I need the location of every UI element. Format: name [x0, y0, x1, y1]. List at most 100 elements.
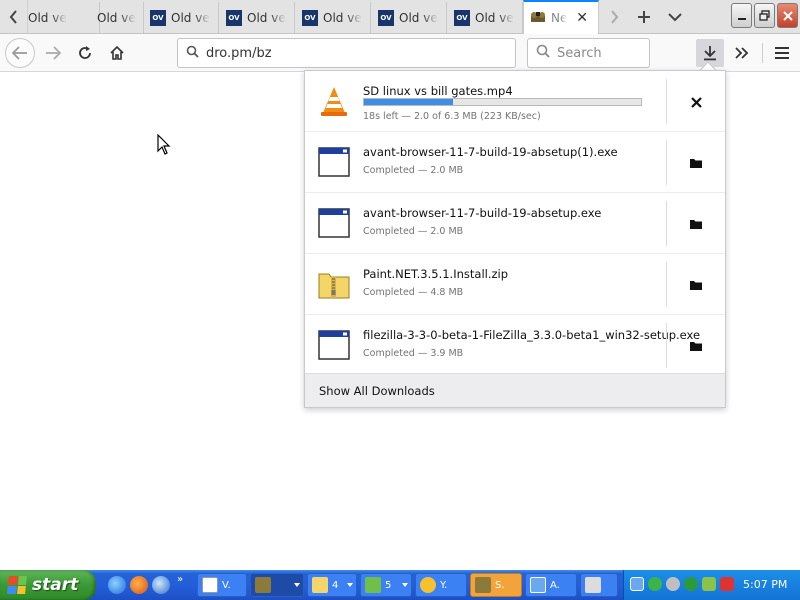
navigation-toolbar: dro.pm/bz Search: [0, 34, 800, 72]
reload-button[interactable]: [70, 38, 100, 68]
arrow-left-icon: [12, 46, 27, 60]
exe-window-icon: [318, 147, 350, 177]
url-bar[interactable]: dro.pm/bz: [177, 38, 516, 68]
home-icon: [110, 45, 124, 60]
mascot-icon: [255, 577, 271, 593]
tab[interactable]: OV Old ve: [448, 2, 523, 33]
download-item[interactable]: avant-browser-11-7-build-19-absetup(1).e…: [305, 132, 725, 193]
tab[interactable]: OV Old ve: [220, 2, 295, 33]
plant-icon: [365, 577, 381, 593]
download-progress-fill: [364, 99, 453, 105]
mascot-icon: [530, 10, 546, 26]
taskbar-button[interactable]: S.: [470, 573, 522, 597]
dropdown-arrow-icon: [347, 583, 353, 587]
tab-scroll-right-button[interactable]: [600, 4, 628, 30]
quick-launch-overflow-icon[interactable]: »: [177, 574, 183, 585]
download-item[interactable]: Paint.NET.3.5.1.Install.zip Completed — …: [305, 254, 725, 315]
search-placeholder: Search: [557, 45, 602, 61]
overflow-menu-button[interactable]: [729, 39, 755, 67]
taskbar-button[interactable]: V.: [197, 573, 247, 597]
show-all-downloads-button[interactable]: Show All Downloads: [305, 373, 725, 407]
tab-scroll-left-button[interactable]: [0, 0, 28, 33]
restore-button[interactable]: [754, 3, 775, 28]
mascot-icon: [475, 577, 491, 593]
reload-icon: [79, 46, 91, 59]
recycle-tray-icon[interactable]: [702, 577, 716, 591]
download-filename: avant-browser-11-7-build-19-absetup.exe: [363, 206, 602, 220]
taskbar-button-label: Y.: [440, 579, 448, 591]
download-item[interactable]: avant-browser-11-7-build-19-absetup.exe …: [305, 193, 725, 254]
download-status: Completed — 2.0 MB: [363, 165, 464, 176]
taskbar-button[interactable]: [250, 573, 304, 597]
home-button[interactable]: [102, 38, 132, 68]
row-divider: [666, 140, 667, 185]
update-tray-icon[interactable]: [648, 577, 662, 591]
close-icon: [782, 10, 793, 21]
search-icon: [536, 44, 550, 62]
tab[interactable]: Old ve: [67, 2, 144, 33]
tab-title: Old ve: [399, 10, 438, 25]
tab[interactable]: OV Old ve: [296, 2, 371, 33]
tab-title: Old ve: [28, 10, 67, 25]
internet-explorer-icon[interactable]: [108, 576, 126, 594]
shield-tray-icon[interactable]: [720, 577, 734, 591]
download-status: 18s left — 2.0 of 6.3 MB (223 KB/sec): [363, 111, 541, 122]
tab-title: Old ve: [475, 10, 514, 25]
globe-tray-icon[interactable]: [684, 577, 698, 591]
chevron-left-icon: [9, 9, 17, 24]
tab[interactable]: OV Old ve: [144, 2, 219, 33]
toolbar-divider: [762, 43, 763, 63]
start-button[interactable]: start: [0, 570, 96, 600]
old-version-icon: OV: [226, 9, 242, 26]
taskbar-button[interactable]: [580, 573, 618, 597]
new-tab-button[interactable]: [630, 4, 658, 30]
download-filename: filezilla-3-3-0-beta-1-FileZilla_3.3.0-b…: [363, 328, 701, 342]
folder-icon: [690, 281, 702, 290]
window-close-button[interactable]: [777, 3, 798, 28]
tab-active[interactable]: Ne ✕: [523, 0, 599, 34]
cancel-icon: [690, 96, 702, 108]
list-all-tabs-button[interactable]: [661, 4, 689, 30]
main-menu-button[interactable]: [768, 39, 796, 67]
folder-icon: [690, 342, 702, 351]
avant-icon: [530, 577, 546, 593]
back-button[interactable]: [5, 38, 35, 68]
windows-logo-icon: [7, 576, 27, 594]
folder-icon: [690, 220, 702, 229]
open-containing-folder-button[interactable]: [685, 335, 707, 357]
download-item[interactable]: SD linux vs bill gates.mp4 18s left — 2.…: [305, 71, 725, 132]
url-text: dro.pm/bz: [206, 45, 272, 61]
taskbar-button[interactable]: Y.: [415, 573, 467, 597]
download-status: Completed — 3.9 MB: [363, 348, 464, 359]
taskbar-button[interactable]: 4: [307, 573, 357, 597]
taskbar-button-label: S.: [495, 579, 505, 591]
taskbar: start » V. 4 5 Y. S. A. 5:07 PM: [0, 570, 800, 600]
close-tab-icon[interactable]: ✕: [576, 10, 588, 26]
download-item[interactable]: filezilla-3-3-0-beta-1-FileZilla_3.3.0-b…: [305, 315, 725, 376]
download-status: Completed — 2.0 MB: [363, 226, 464, 237]
avant-tray-icon[interactable]: [630, 577, 644, 591]
open-containing-folder-button[interactable]: [685, 274, 707, 296]
open-containing-folder-button[interactable]: [685, 152, 707, 174]
web-browser-icon[interactable]: [152, 576, 170, 594]
plus-icon: [638, 11, 650, 23]
minimize-button[interactable]: [731, 3, 752, 28]
downloads-panel: SD linux vs bill gates.mp4 18s left — 2.…: [304, 70, 726, 408]
exe-window-icon: [318, 330, 350, 360]
clock: 5:07 PM: [743, 578, 788, 591]
row-divider: [666, 323, 667, 368]
tab[interactable]: OV Old ve: [372, 2, 447, 33]
download-progress-bar: [363, 98, 642, 106]
open-containing-folder-button[interactable]: [685, 213, 707, 235]
cancel-download-button[interactable]: [685, 91, 707, 113]
firefox-icon[interactable]: [130, 576, 148, 594]
taskbar-button[interactable]: A.: [525, 573, 577, 597]
zip-folder-icon: [318, 273, 350, 299]
tab-title: Old ve: [171, 10, 210, 25]
taskbar-button[interactable]: 5: [360, 573, 412, 597]
network-tray-icon[interactable]: [666, 577, 680, 591]
search-bar[interactable]: Search: [527, 38, 650, 68]
notepad-icon: [202, 577, 218, 593]
forward-button[interactable]: [38, 38, 68, 68]
folder-icon: [690, 159, 702, 168]
